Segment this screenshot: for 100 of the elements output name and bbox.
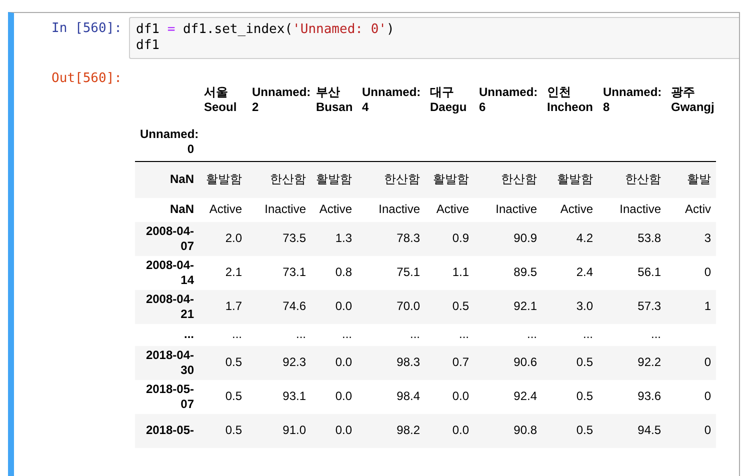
- row-index: 2018-05-07: [135, 380, 199, 414]
- table-cell: Active: [311, 198, 357, 222]
- table-cell: 78.3: [357, 222, 425, 256]
- table-cell: 93.6: [598, 380, 666, 414]
- column-header: 대구 Daegu: [429, 84, 468, 116]
- table-cell: 73.1: [247, 256, 311, 290]
- table-cell: Inactive: [598, 198, 666, 222]
- table-cell: Active: [425, 198, 474, 222]
- index-name: Unnamed: 0: [135, 123, 199, 162]
- table-cell: 0: [666, 346, 716, 380]
- table-cell: 92.2: [598, 346, 666, 380]
- table-cell: 활발함: [425, 162, 474, 198]
- table-cell: 0.0: [425, 380, 474, 414]
- table-cell: 0: [666, 256, 716, 290]
- column-header: Unnamed: 8: [602, 84, 663, 116]
- table-cell: 3.0: [542, 290, 598, 324]
- table-cell: 93.1: [247, 380, 311, 414]
- table-cell: 92.1: [474, 290, 542, 324]
- table-cell: ...: [357, 324, 425, 346]
- table-cell: Activ: [666, 198, 716, 222]
- table-cell: 70.0: [357, 290, 425, 324]
- table-cell: 한산함: [598, 162, 666, 198]
- table-cell: 0.0: [311, 414, 357, 448]
- table-cell: 0.5: [425, 290, 474, 324]
- table-cell: 0: [666, 380, 716, 414]
- column-header: 서울 Seoul: [203, 84, 238, 116]
- table-cell: 0.0: [311, 346, 357, 380]
- table-cell: 2.4: [542, 256, 598, 290]
- table-cell: 0.0: [311, 380, 357, 414]
- table-cell: 0: [666, 414, 716, 448]
- table-cell: 0.5: [542, 346, 598, 380]
- table-cell: 2.0: [199, 222, 247, 256]
- row-index: NaN: [135, 162, 199, 198]
- table-cell: 1: [666, 290, 716, 324]
- table-cell: 0.5: [199, 346, 247, 380]
- table-cell: 90.6: [474, 346, 542, 380]
- table-cell: 2.1: [199, 256, 247, 290]
- table-cell: ...: [542, 324, 598, 346]
- table-cell: 0.9: [425, 222, 474, 256]
- table-cell: 0.8: [311, 256, 357, 290]
- table-cell: 활발함: [311, 162, 357, 198]
- column-header: 광주 Gwangj: [670, 84, 716, 116]
- row-index: 2008-04-21: [135, 290, 199, 324]
- table-cell: 한산함: [247, 162, 311, 198]
- column-header: 인천 Incheon: [546, 84, 594, 116]
- table-cell: 98.2: [357, 414, 425, 448]
- table-cell: 90.8: [474, 414, 542, 448]
- table-cell: 한산함: [357, 162, 425, 198]
- table-cell: 75.1: [357, 256, 425, 290]
- table-cell: 1.3: [311, 222, 357, 256]
- table-cell: 0.0: [425, 414, 474, 448]
- code-editor[interactable]: df1 = df1.set_index('Unnamed: 0') df1: [129, 17, 739, 59]
- table-cell: 92.3: [247, 346, 311, 380]
- table-cell: ...: [311, 324, 357, 346]
- table-cell: 53.8: [598, 222, 666, 256]
- row-index: 2018-04-30: [135, 346, 199, 380]
- table-cell: 0.7: [425, 346, 474, 380]
- column-header: Unnamed: 6: [478, 84, 539, 116]
- table-cell: ...: [474, 324, 542, 346]
- column-header: Unnamed: 4: [361, 84, 422, 116]
- row-index: ...: [135, 324, 199, 346]
- table-cell: ...: [247, 324, 311, 346]
- row-index: NaN: [135, 198, 199, 222]
- table-cell: 98.3: [357, 346, 425, 380]
- table-cell: 0.5: [199, 414, 247, 448]
- table-cell: 3: [666, 222, 716, 256]
- input-prompt: In [560]:: [50, 20, 123, 36]
- column-header: Unnamed: 2: [251, 84, 311, 116]
- table-cell: 92.4: [474, 380, 542, 414]
- table-cell: 0.5: [542, 414, 598, 448]
- table-cell: Inactive: [357, 198, 425, 222]
- table-cell: 한산함: [474, 162, 542, 198]
- row-index: 2008-04-14: [135, 256, 199, 290]
- table-cell: 94.5: [598, 414, 666, 448]
- table-cell: 57.3: [598, 290, 666, 324]
- table-cell: 1.7: [199, 290, 247, 324]
- table-cell: Active: [542, 198, 598, 222]
- table-cell: 74.6: [247, 290, 311, 324]
- table-cell: Inactive: [247, 198, 311, 222]
- table-cell: 1.1: [425, 256, 474, 290]
- column-header: 부산 Busan: [315, 84, 354, 116]
- table-cell: Inactive: [474, 198, 542, 222]
- row-index: 2018-05-: [135, 414, 199, 448]
- table-cell: ...: [199, 324, 247, 346]
- table-cell: 56.1: [598, 256, 666, 290]
- table-cell: 89.5: [474, 256, 542, 290]
- table-cell: 4.2: [542, 222, 598, 256]
- table-cell: 0.5: [199, 380, 247, 414]
- row-index: 2008-04-07: [135, 222, 199, 256]
- table-cell: 활발함: [542, 162, 598, 198]
- table-cell: 활발: [666, 162, 716, 198]
- table-cell: 91.0: [247, 414, 311, 448]
- table-cell: 활발함: [199, 162, 247, 198]
- output-prompt: Out[560]:: [50, 70, 123, 86]
- table-cell: 73.5: [247, 222, 311, 256]
- table-cell: Active: [199, 198, 247, 222]
- table-cell: 90.9: [474, 222, 542, 256]
- table-cell: ...: [425, 324, 474, 346]
- table-cell: ...: [598, 324, 666, 346]
- table-cell: 98.4: [357, 380, 425, 414]
